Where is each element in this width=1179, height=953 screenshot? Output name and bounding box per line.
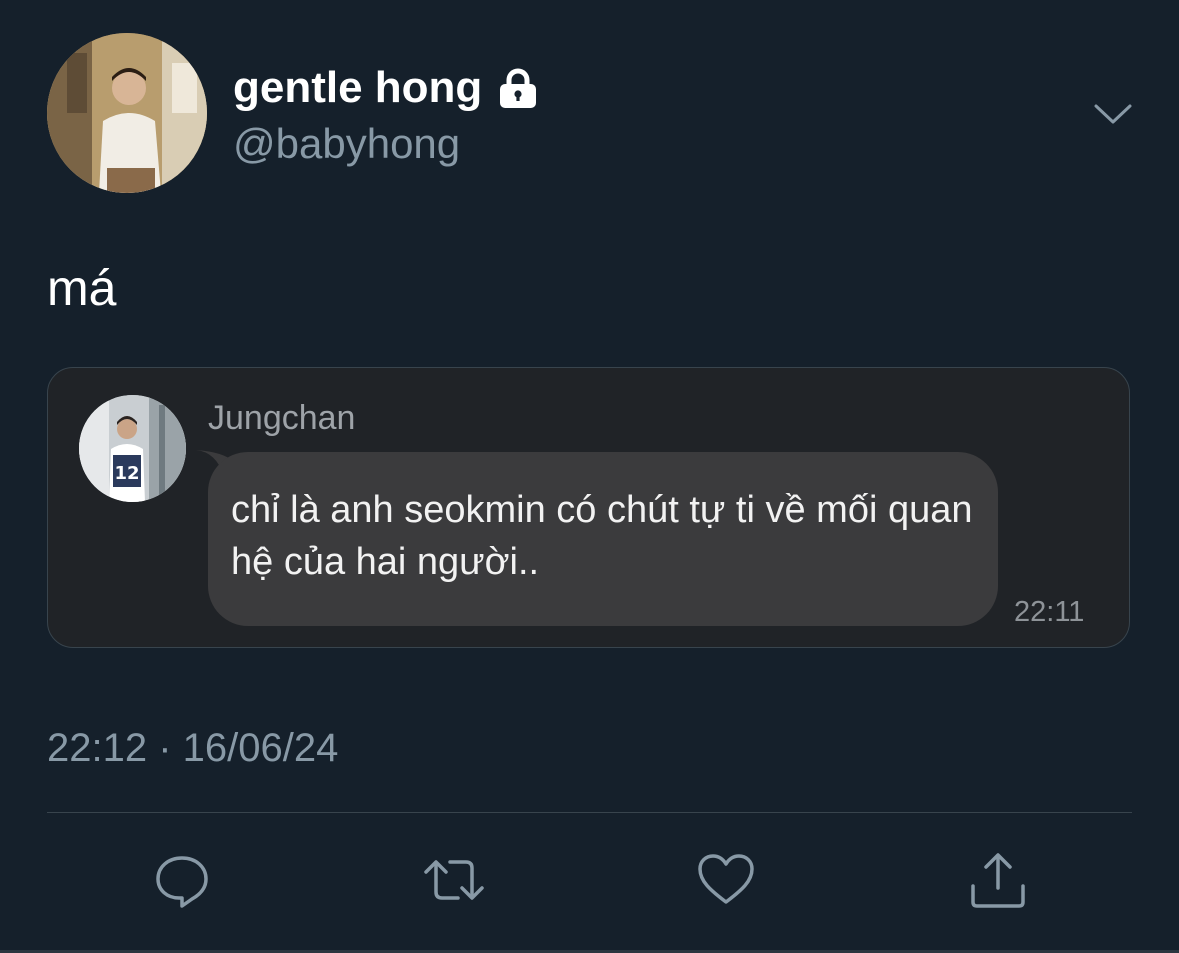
reply-button[interactable]: [152, 850, 212, 910]
message-bubble: chỉ là anh seokmin có chút tự ti về mối …: [208, 452, 998, 626]
quoted-message-card[interactable]: 12 Jungchan chỉ là anh seokmin có chút t…: [47, 367, 1130, 648]
like-button[interactable]: [696, 850, 756, 910]
display-name-row[interactable]: gentle hong: [233, 62, 540, 114]
chevron-down-icon[interactable]: [1092, 96, 1134, 130]
share-icon: [971, 853, 1025, 908]
tweet-text: má: [47, 260, 117, 316]
avatar-image: [47, 33, 207, 193]
quoted-sender-name: Jungchan: [208, 399, 356, 437]
message-text: chỉ là anh seokmin có chút tự ti về mối …: [231, 489, 973, 583]
like-icon: [698, 854, 754, 904]
sender-avatar: 12: [79, 395, 186, 502]
divider: [47, 812, 1132, 813]
retweet-button[interactable]: [424, 850, 484, 910]
display-name[interactable]: gentle hong: [233, 62, 482, 114]
tweet-timestamp[interactable]: 22:12 · 16/06/24: [47, 724, 338, 772]
profile-avatar[interactable]: [47, 33, 207, 193]
lock-icon: [496, 66, 540, 110]
user-handle[interactable]: @babyhong: [233, 118, 460, 170]
share-button[interactable]: [968, 850, 1028, 910]
retweet-icon: [424, 860, 484, 900]
reply-icon: [156, 856, 208, 908]
svg-text:12: 12: [114, 463, 139, 484]
message-time: 22:11: [1014, 596, 1085, 628]
